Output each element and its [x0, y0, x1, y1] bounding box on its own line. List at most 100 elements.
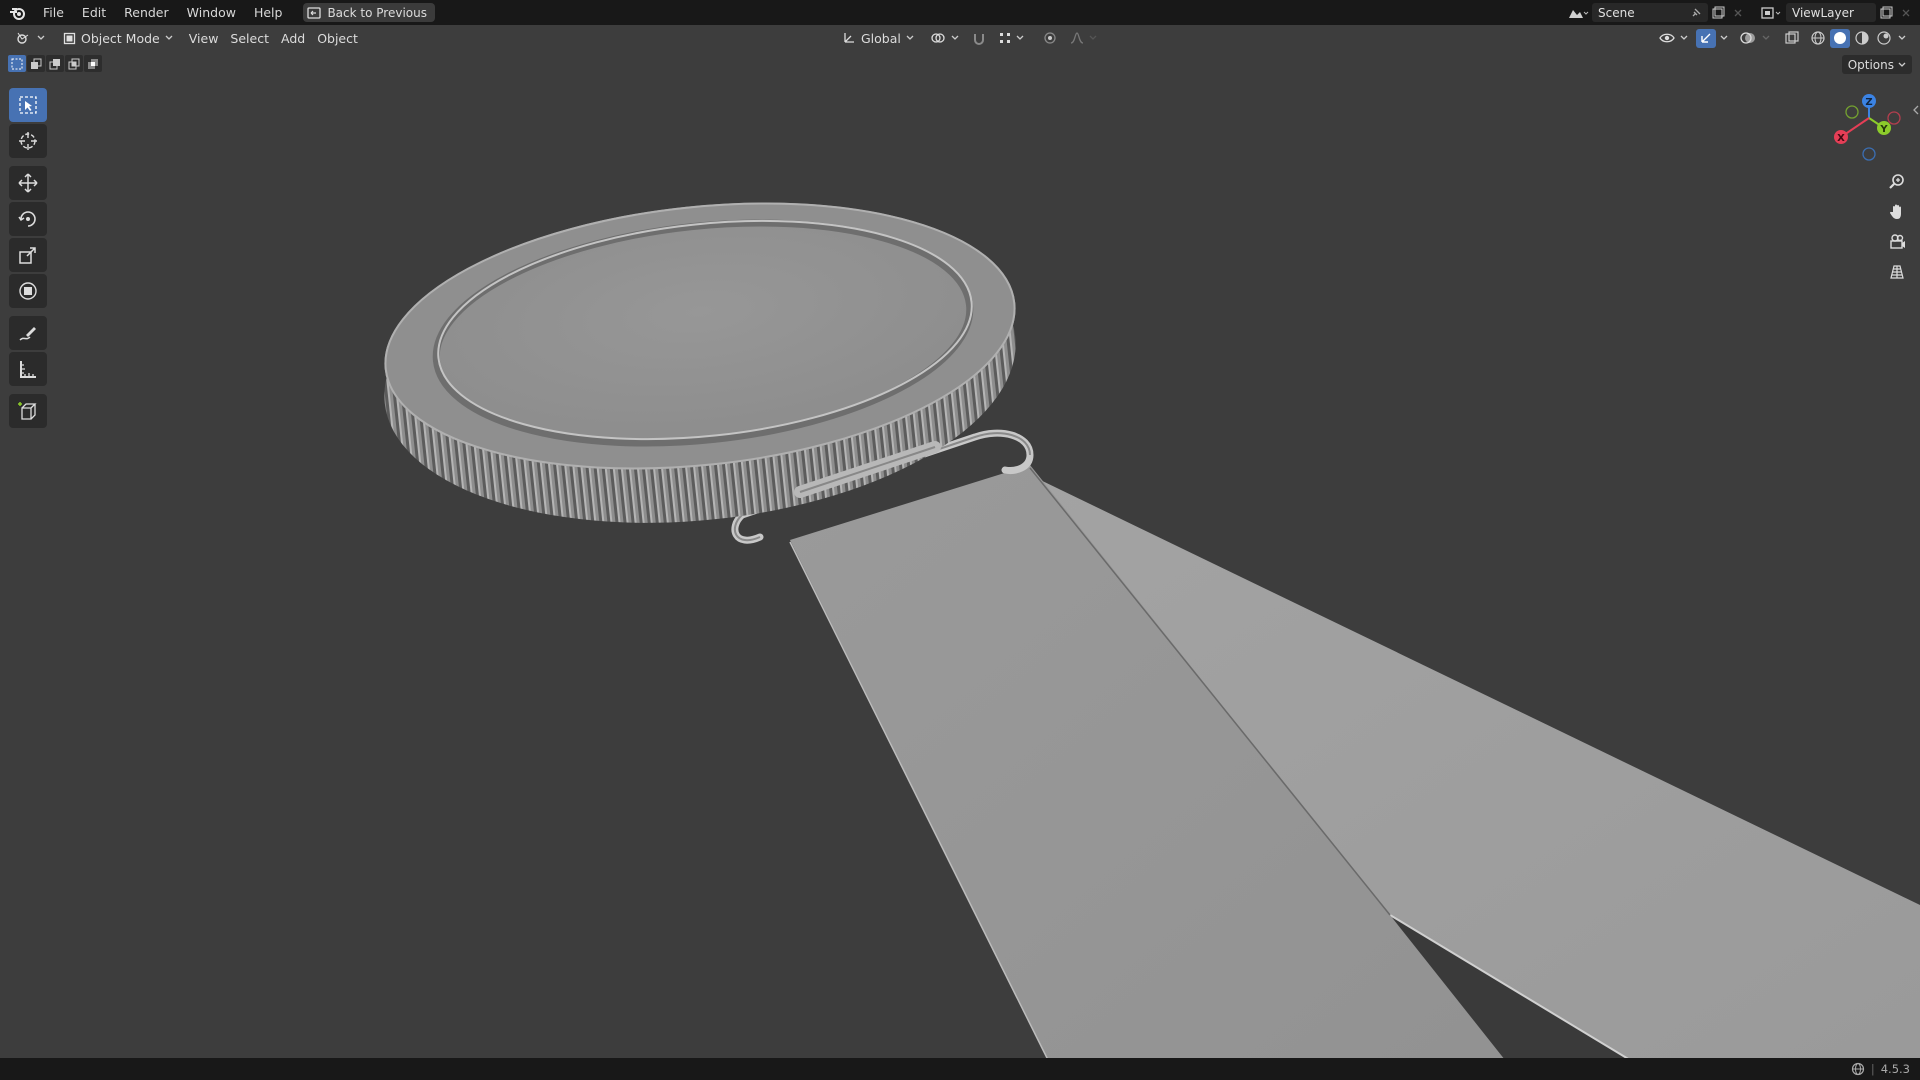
select-invert-icon[interactable]: [65, 55, 83, 72]
gizmo-toggle-icon[interactable]: [1696, 28, 1716, 48]
select-subtract-icon[interactable]: [46, 55, 64, 72]
viewport-3d[interactable]: [0, 0, 1920, 1080]
pivot-point-dropdown[interactable]: [924, 28, 965, 48]
chevron-down-icon: [1898, 62, 1906, 67]
chevron-down-icon: [1089, 35, 1097, 40]
transform-icon: [19, 282, 37, 300]
transform-tool[interactable]: [9, 274, 47, 308]
falloff-dropdown[interactable]: [1064, 28, 1103, 48]
snap-toggle-icon[interactable]: [969, 29, 989, 48]
pan-view-hand-icon[interactable]: [1882, 198, 1912, 226]
viewlayer-field[interactable]: ViewLayer: [1786, 3, 1876, 22]
camera-view-icon[interactable]: [1882, 228, 1912, 256]
rotate-tool[interactable]: [9, 202, 47, 236]
tool-shelf: [9, 88, 47, 430]
blender-logo-icon[interactable]: [0, 0, 34, 25]
mode-label: Object Mode: [81, 30, 160, 46]
object-mode-icon: [63, 32, 76, 44]
ortho-perspective-grid-icon[interactable]: [1882, 258, 1912, 286]
orientation-dropdown[interactable]: Global: [836, 28, 920, 48]
scene-field[interactable]: Scene: [1592, 3, 1708, 22]
rotate-icon: [18, 211, 36, 227]
chevron-down-icon: [165, 35, 173, 40]
delete-scene-icon[interactable]: [1728, 3, 1748, 22]
cursor-crosshair-icon: [19, 132, 37, 150]
annotate-pencil-icon: [19, 327, 36, 341]
select-box-tool[interactable]: [9, 88, 47, 122]
annotate-tool[interactable]: [9, 316, 47, 350]
global-axes-icon: [844, 33, 854, 43]
falloff-curve-icon: [1070, 32, 1084, 44]
add-cube-icon: [18, 402, 37, 420]
menu-render[interactable]: Render: [115, 0, 178, 25]
gizmo-neg-z-icon[interactable]: [1862, 147, 1876, 161]
gizmo-z-label: Z: [1865, 97, 1872, 108]
object-visibility-dropdown[interactable]: [1653, 28, 1694, 48]
add-cube-tool[interactable]: [9, 394, 47, 428]
options-dropdown[interactable]: Options: [1841, 55, 1912, 74]
chevron-down-icon: [951, 35, 959, 40]
scale-tool[interactable]: [9, 238, 47, 272]
menu-window[interactable]: Window: [178, 0, 245, 25]
shading-wireframe-icon[interactable]: [1808, 29, 1828, 48]
gizmo-x-label: X: [1837, 133, 1845, 144]
measure-tool[interactable]: [9, 352, 47, 386]
viewlayer-name: ViewLayer: [1792, 5, 1854, 20]
proportional-edit-icon[interactable]: [1040, 29, 1060, 48]
shading-options-icon[interactable]: [1896, 29, 1908, 48]
shading-material-icon[interactable]: [1852, 29, 1872, 48]
back-screen-icon: [307, 6, 322, 19]
transform-controls: Global: [836, 28, 1103, 48]
move-arrows-icon: [18, 173, 38, 193]
pin-icon[interactable]: [1690, 7, 1702, 19]
viewlayer-selector-icon[interactable]: [1756, 3, 1786, 22]
delete-viewlayer-icon[interactable]: [1896, 3, 1916, 22]
back-to-previous-button[interactable]: Back to Previous: [303, 3, 435, 22]
menu-object[interactable]: Object: [311, 28, 364, 48]
gizmo-y-label: Y: [1879, 124, 1888, 135]
snap-target-dropdown[interactable]: [993, 28, 1030, 48]
overlays-options-icon[interactable]: [1760, 29, 1772, 48]
scene-selector-icon[interactable]: [1564, 3, 1592, 22]
select-box-icon: [19, 96, 37, 114]
new-viewlayer-icon[interactable]: [1876, 3, 1896, 22]
gizmo-options-icon[interactable]: [1718, 29, 1730, 48]
back-to-previous-label: Back to Previous: [327, 5, 427, 20]
new-scene-icon[interactable]: [1708, 3, 1728, 22]
scene-name: Scene: [1598, 5, 1635, 20]
network-globe-icon[interactable]: [1851, 1062, 1865, 1076]
xray-toggle-icon[interactable]: [1782, 29, 1802, 48]
overlays-toggle-icon[interactable]: [1738, 29, 1758, 48]
menu-view[interactable]: View: [183, 28, 225, 48]
menu-select[interactable]: Select: [224, 28, 275, 48]
chevron-down-icon: [37, 35, 45, 40]
select-new-icon[interactable]: [8, 55, 26, 72]
version-info: | 4.5.3: [1851, 1058, 1910, 1080]
sidebar-expand-icon[interactable]: [1912, 100, 1920, 120]
chevron-down-icon: [906, 35, 914, 40]
scale-icon: [19, 247, 36, 264]
mode-dropdown[interactable]: Object Mode: [57, 28, 179, 48]
orientation-label: Global: [861, 30, 901, 46]
menu-add[interactable]: Add: [275, 28, 311, 48]
gizmo-neg-y-icon[interactable]: [1845, 105, 1859, 119]
zoom-view-icon[interactable]: [1882, 168, 1912, 196]
select-intersect-icon[interactable]: [84, 55, 102, 72]
options-label: Options: [1847, 57, 1894, 72]
chevron-down-icon: [1680, 35, 1688, 40]
shading-rendered-icon[interactable]: [1874, 29, 1894, 48]
status-bar: | 4.5.3: [0, 1058, 1920, 1080]
navigation-gizmo[interactable]: Z Y X: [1824, 88, 1914, 168]
move-tool[interactable]: [9, 166, 47, 200]
gizmo-neg-x-icon[interactable]: [1887, 111, 1901, 125]
menu-file[interactable]: File: [34, 0, 73, 25]
menu-help[interactable]: Help: [245, 0, 292, 25]
selection-mode-buttons: [8, 55, 102, 72]
shading-solid-icon[interactable]: [1830, 28, 1850, 48]
menu-edit[interactable]: Edit: [73, 0, 115, 25]
pivot-icon: [931, 33, 945, 43]
eye-icon: [1659, 33, 1675, 43]
editor-type-dropdown[interactable]: [10, 28, 51, 48]
cursor-tool[interactable]: [9, 124, 47, 158]
select-extend-icon[interactable]: [27, 55, 45, 72]
